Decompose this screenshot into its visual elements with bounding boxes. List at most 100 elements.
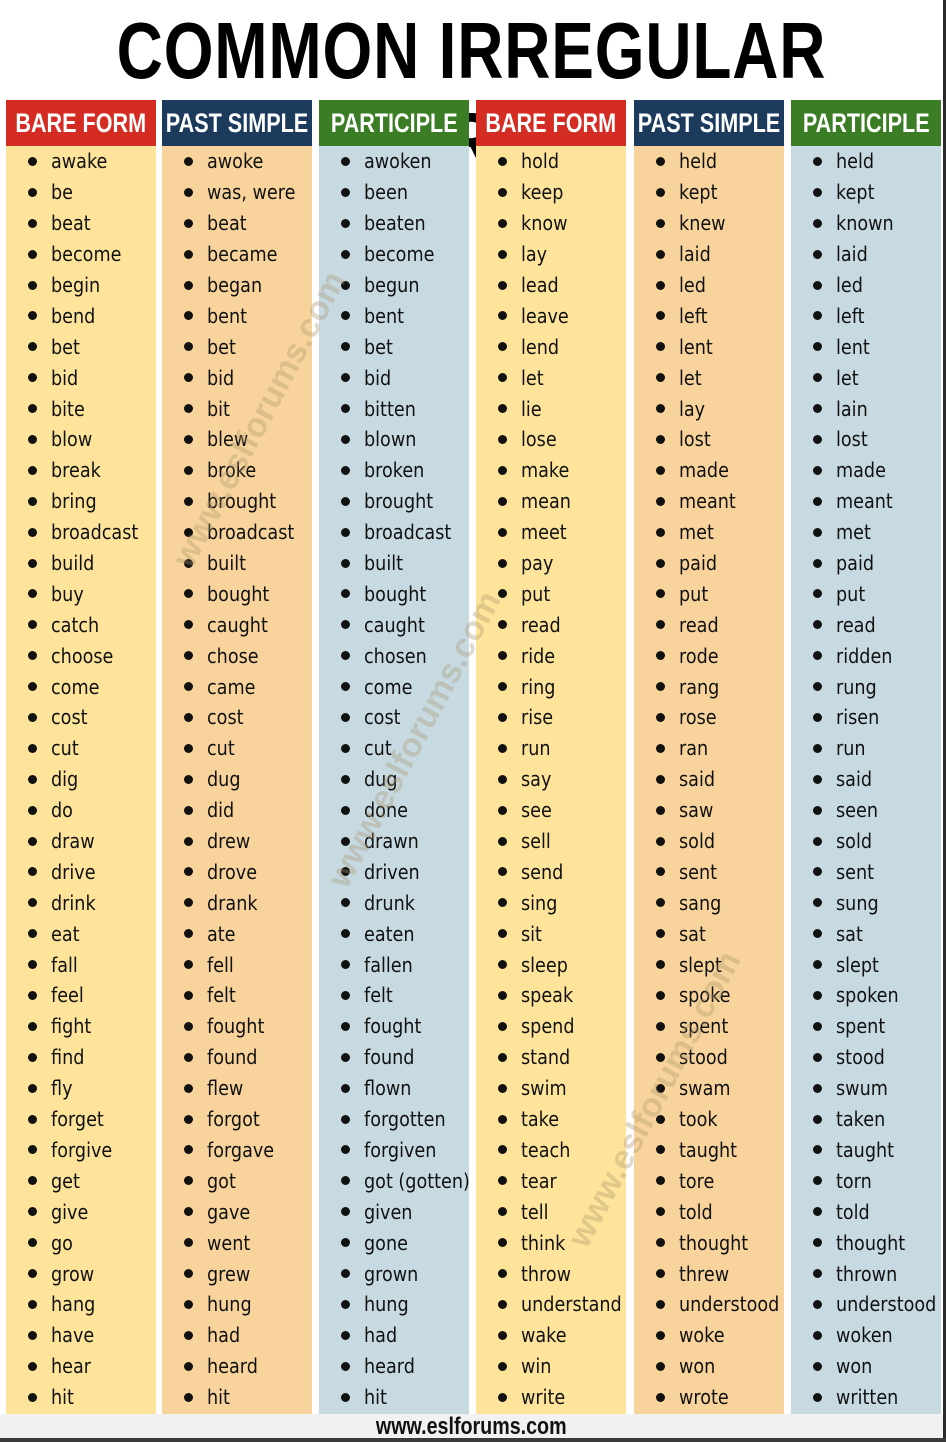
bullet-icon	[184, 156, 193, 166]
bullet-icon	[341, 1052, 350, 1062]
bullet-icon	[184, 1299, 193, 1309]
bullet-icon	[184, 712, 193, 722]
verb-item: taught	[791, 1135, 941, 1166]
bullet-icon	[184, 1021, 193, 1031]
verb-item: pay	[476, 548, 626, 579]
verb-item: told	[634, 1196, 784, 1227]
bullet-icon	[813, 1021, 822, 1031]
verb-item: given	[319, 1196, 469, 1227]
bullet-icon	[813, 156, 822, 166]
bullet-icon	[341, 651, 350, 661]
bullet-icon	[813, 805, 822, 815]
bullet-icon	[498, 280, 507, 290]
verb-text: give	[51, 1199, 89, 1224]
bullet-icon	[28, 1392, 37, 1402]
verb-text: awoken	[364, 149, 432, 174]
verb-item: went	[162, 1227, 312, 1258]
verb-item: thought	[634, 1227, 784, 1258]
verb-item: sent	[634, 856, 784, 887]
verb-text: kept	[679, 180, 718, 205]
verb-item: forgot	[162, 1104, 312, 1135]
bullet-icon	[184, 651, 193, 661]
bullet-icon	[28, 1176, 37, 1186]
verb-text: become	[364, 242, 435, 267]
verb-text: paid	[836, 551, 875, 576]
verb-item: been	[319, 177, 469, 208]
bullet-icon	[28, 342, 37, 352]
verb-item: teach	[476, 1135, 626, 1166]
verb-item: come	[319, 671, 469, 702]
verb-text: laid	[836, 242, 868, 267]
verb-text: gone	[364, 1230, 408, 1255]
bullet-icon	[184, 342, 193, 352]
verb-item: flown	[319, 1073, 469, 1104]
verb-text: woke	[679, 1323, 725, 1348]
bullet-icon	[28, 1330, 37, 1340]
bullet-icon	[498, 496, 507, 506]
bullet-icon	[28, 1021, 37, 1031]
verb-item: tore	[634, 1165, 784, 1196]
bullet-icon	[656, 1238, 665, 1248]
verb-text: lend	[521, 334, 560, 359]
bullet-icon	[28, 960, 37, 970]
bullet-icon	[28, 527, 37, 537]
verb-item: swam	[634, 1073, 784, 1104]
verb-text: put	[521, 581, 551, 606]
verb-text: feel	[51, 983, 84, 1008]
verb-text: written	[836, 1385, 899, 1410]
verb-text: hold	[521, 149, 559, 174]
verb-text: said	[836, 767, 873, 792]
bullet-icon	[656, 589, 665, 599]
verb-text: won	[836, 1354, 873, 1379]
bullet-icon	[498, 527, 507, 537]
verb-text: had	[207, 1323, 241, 1348]
bullet-icon	[341, 1114, 350, 1124]
verb-list: hold keep know lay lead leave lend let lie lose ma…	[476, 146, 626, 1413]
verb-text: brought	[364, 489, 434, 514]
bullet-icon	[28, 1207, 37, 1217]
verb-text: sold	[679, 829, 716, 854]
verb-item: held	[791, 146, 941, 177]
verb-text: gave	[207, 1199, 251, 1224]
verb-item: send	[476, 856, 626, 887]
verb-text: choose	[51, 643, 114, 668]
verb-text: fell	[207, 952, 234, 977]
verb-item: cost	[162, 702, 312, 733]
verb-item: saw	[634, 795, 784, 826]
bullet-icon	[341, 1299, 350, 1309]
verb-text: teach	[521, 1137, 571, 1162]
bullet-icon	[341, 1021, 350, 1031]
bullet-icon	[656, 682, 665, 692]
verb-text: rode	[679, 643, 719, 668]
bullet-icon	[341, 1330, 350, 1340]
verb-item: had	[319, 1320, 469, 1351]
bullet-icon	[656, 342, 665, 352]
verb-item: told	[791, 1196, 941, 1227]
verb-list: awoken been beaten become begun bent bet bid bit…	[319, 146, 470, 1413]
bullet-icon	[498, 929, 507, 939]
verb-item: bite	[6, 393, 156, 424]
verb-item: lead	[476, 270, 626, 301]
verb-item: see	[476, 795, 626, 826]
verb-text: sleep	[521, 952, 568, 977]
verb-text: cost	[364, 705, 401, 730]
verb-text: went	[207, 1230, 251, 1255]
column-header: BARE FORM	[476, 100, 626, 146]
bullet-icon	[656, 1269, 665, 1278]
verb-item: thought	[791, 1227, 941, 1258]
bullet-icon	[498, 342, 507, 352]
bullet-icon	[813, 836, 822, 846]
verb-item: gone	[319, 1227, 469, 1258]
verb-item: gave	[162, 1196, 312, 1227]
bullet-icon	[28, 1238, 37, 1248]
verb-item: find	[6, 1042, 156, 1073]
verb-text: eat	[51, 921, 80, 946]
verb-text: grow	[51, 1261, 95, 1286]
verb-text: read	[836, 612, 876, 637]
verb-text: send	[521, 859, 564, 884]
verb-item: eaten	[319, 918, 469, 949]
verb-text: left	[836, 303, 865, 328]
bullet-icon	[28, 682, 37, 692]
verb-item: lie	[476, 393, 626, 424]
verb-text: saw	[679, 798, 714, 823]
